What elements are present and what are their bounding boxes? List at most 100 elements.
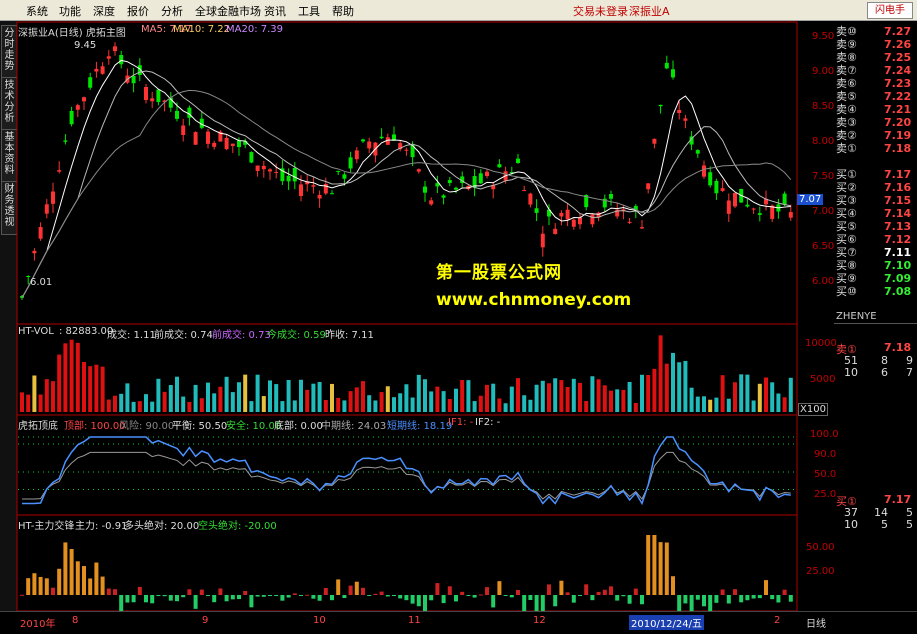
force-bar xyxy=(745,595,750,601)
bid-row[interactable]: 买③ 7.15 xyxy=(798,194,917,207)
bid-row[interactable]: 买⑧ 7.10 xyxy=(798,259,917,272)
menu-item-depth[interactable]: 深度 xyxy=(93,3,115,19)
force-long: 多头绝对: 20.00 xyxy=(124,521,200,532)
candle-body xyxy=(726,200,731,214)
candle-body xyxy=(255,165,260,171)
bid-price: 7.17 xyxy=(884,168,912,181)
volume-bar xyxy=(299,379,303,412)
candle-body xyxy=(652,138,657,144)
bid-row[interactable]: 买⑩ 7.08 xyxy=(798,285,917,298)
candle-body xyxy=(540,233,545,248)
force-bar xyxy=(168,595,173,601)
candle-body xyxy=(144,87,148,101)
volume-bar xyxy=(757,383,762,412)
volume-bar xyxy=(261,396,266,412)
bid-row[interactable]: 买⑦ 7.11 xyxy=(798,246,917,259)
candle-body xyxy=(534,208,539,213)
candle-body xyxy=(193,132,198,145)
force-bar xyxy=(695,595,700,600)
menu-item-quote[interactable]: 报价 xyxy=(127,3,149,19)
menu-item-system[interactable]: 系统 xyxy=(26,3,48,19)
force-bar xyxy=(336,579,341,595)
volume-bar xyxy=(125,383,130,412)
volume-bar xyxy=(373,400,378,412)
bid-label: 买⑥ xyxy=(836,233,857,246)
volume-bar xyxy=(199,398,204,412)
force-bar xyxy=(652,535,657,595)
volume-bar xyxy=(553,378,558,412)
candle-body xyxy=(336,170,341,172)
ask1-qty: 7 xyxy=(906,366,913,379)
volume-bar xyxy=(633,402,638,412)
ask-row[interactable]: 卖④ 7.21 xyxy=(798,103,917,116)
force-bar xyxy=(757,595,762,599)
candle-body xyxy=(404,149,409,151)
volume-bar xyxy=(540,380,545,412)
volume-bar xyxy=(392,397,396,412)
candle-body xyxy=(782,193,787,205)
bid-row[interactable]: 买⑨ 7.09 xyxy=(798,272,917,285)
volume-bar xyxy=(584,401,589,412)
force-bar xyxy=(559,580,564,595)
ask-row[interactable]: 卖⑩ 7.27 xyxy=(798,25,917,38)
menu-item-tools[interactable]: 工具 xyxy=(298,3,320,19)
force-bar xyxy=(373,593,378,595)
candle-body xyxy=(206,131,210,144)
force-bar xyxy=(38,576,43,595)
volume-bar xyxy=(751,400,756,412)
ask-row[interactable]: 卖① 7.18 xyxy=(798,142,917,155)
bid-row[interactable]: 买⑤ 7.13 xyxy=(798,220,917,233)
volume-bar xyxy=(720,375,725,412)
force-bar xyxy=(156,595,161,596)
force-bar xyxy=(237,595,241,600)
ask-row[interactable]: 卖⑤ 7.22 xyxy=(798,90,917,103)
ask-row[interactable]: 卖③ 7.20 xyxy=(798,116,917,129)
bid-row[interactable]: 买④ 7.14 xyxy=(798,207,917,220)
bid-label: 买⑩ xyxy=(836,285,857,298)
volume-bar xyxy=(230,392,235,412)
volume-bar xyxy=(255,374,260,412)
volume-bar xyxy=(410,397,415,412)
menu-item-function[interactable]: 功能 xyxy=(59,3,81,19)
date-label: 8 xyxy=(72,615,79,626)
candle-body xyxy=(249,152,254,163)
volume-bar xyxy=(336,397,341,412)
candle-body xyxy=(609,194,613,199)
menu-item-news[interactable]: 资讯 xyxy=(264,3,286,19)
force-bar xyxy=(193,595,198,609)
candle-body xyxy=(646,183,651,190)
ask-row[interactable]: 卖⑦ 7.24 xyxy=(798,64,917,77)
bid-label: 买① xyxy=(836,168,857,181)
force-bar xyxy=(770,595,775,600)
period-label[interactable]: 日线 xyxy=(806,615,826,630)
menu-item-analysis[interactable]: 分析 xyxy=(161,3,183,19)
volume-bar xyxy=(714,397,719,412)
force-bar xyxy=(596,591,601,595)
force-bar xyxy=(776,595,781,603)
bid-row[interactable]: 买① 7.17 xyxy=(798,168,917,181)
ask-label: 卖⑤ xyxy=(836,90,857,103)
force-bar xyxy=(82,566,86,595)
candle-body xyxy=(671,69,675,78)
volume-bar xyxy=(20,392,24,412)
force-bar xyxy=(485,587,489,595)
ask-row[interactable]: 卖⑨ 7.26 xyxy=(798,38,917,51)
ask-row[interactable]: 卖⑧ 7.25 xyxy=(798,51,917,64)
menu-item-help[interactable]: 帮助 xyxy=(332,3,354,19)
bid-row[interactable]: 买⑥ 7.12 xyxy=(798,233,917,246)
volume-bar xyxy=(206,382,210,412)
ask-label: 卖⑦ xyxy=(836,64,857,77)
trade-login-status[interactable]: 交易未登录 xyxy=(573,3,628,19)
menu-item-global-market[interactable]: 全球金融市场 xyxy=(195,3,261,19)
watermark-url: www.chnmoney.com xyxy=(436,290,632,310)
bid-label: 买④ xyxy=(836,207,857,220)
force-bar xyxy=(708,595,713,611)
volume-bar xyxy=(367,395,372,412)
volume-bar xyxy=(156,378,161,412)
ask-row[interactable]: 卖② 7.19 xyxy=(798,129,917,142)
ask-row[interactable]: 卖⑥ 7.23 xyxy=(798,77,917,90)
flash-trade-button[interactable]: 闪电手 xyxy=(867,2,913,19)
bid-row[interactable]: 买② 7.16 xyxy=(798,181,917,194)
date-cursor-label: 2010/12/24/五 xyxy=(629,615,705,630)
force-bar xyxy=(702,595,706,607)
